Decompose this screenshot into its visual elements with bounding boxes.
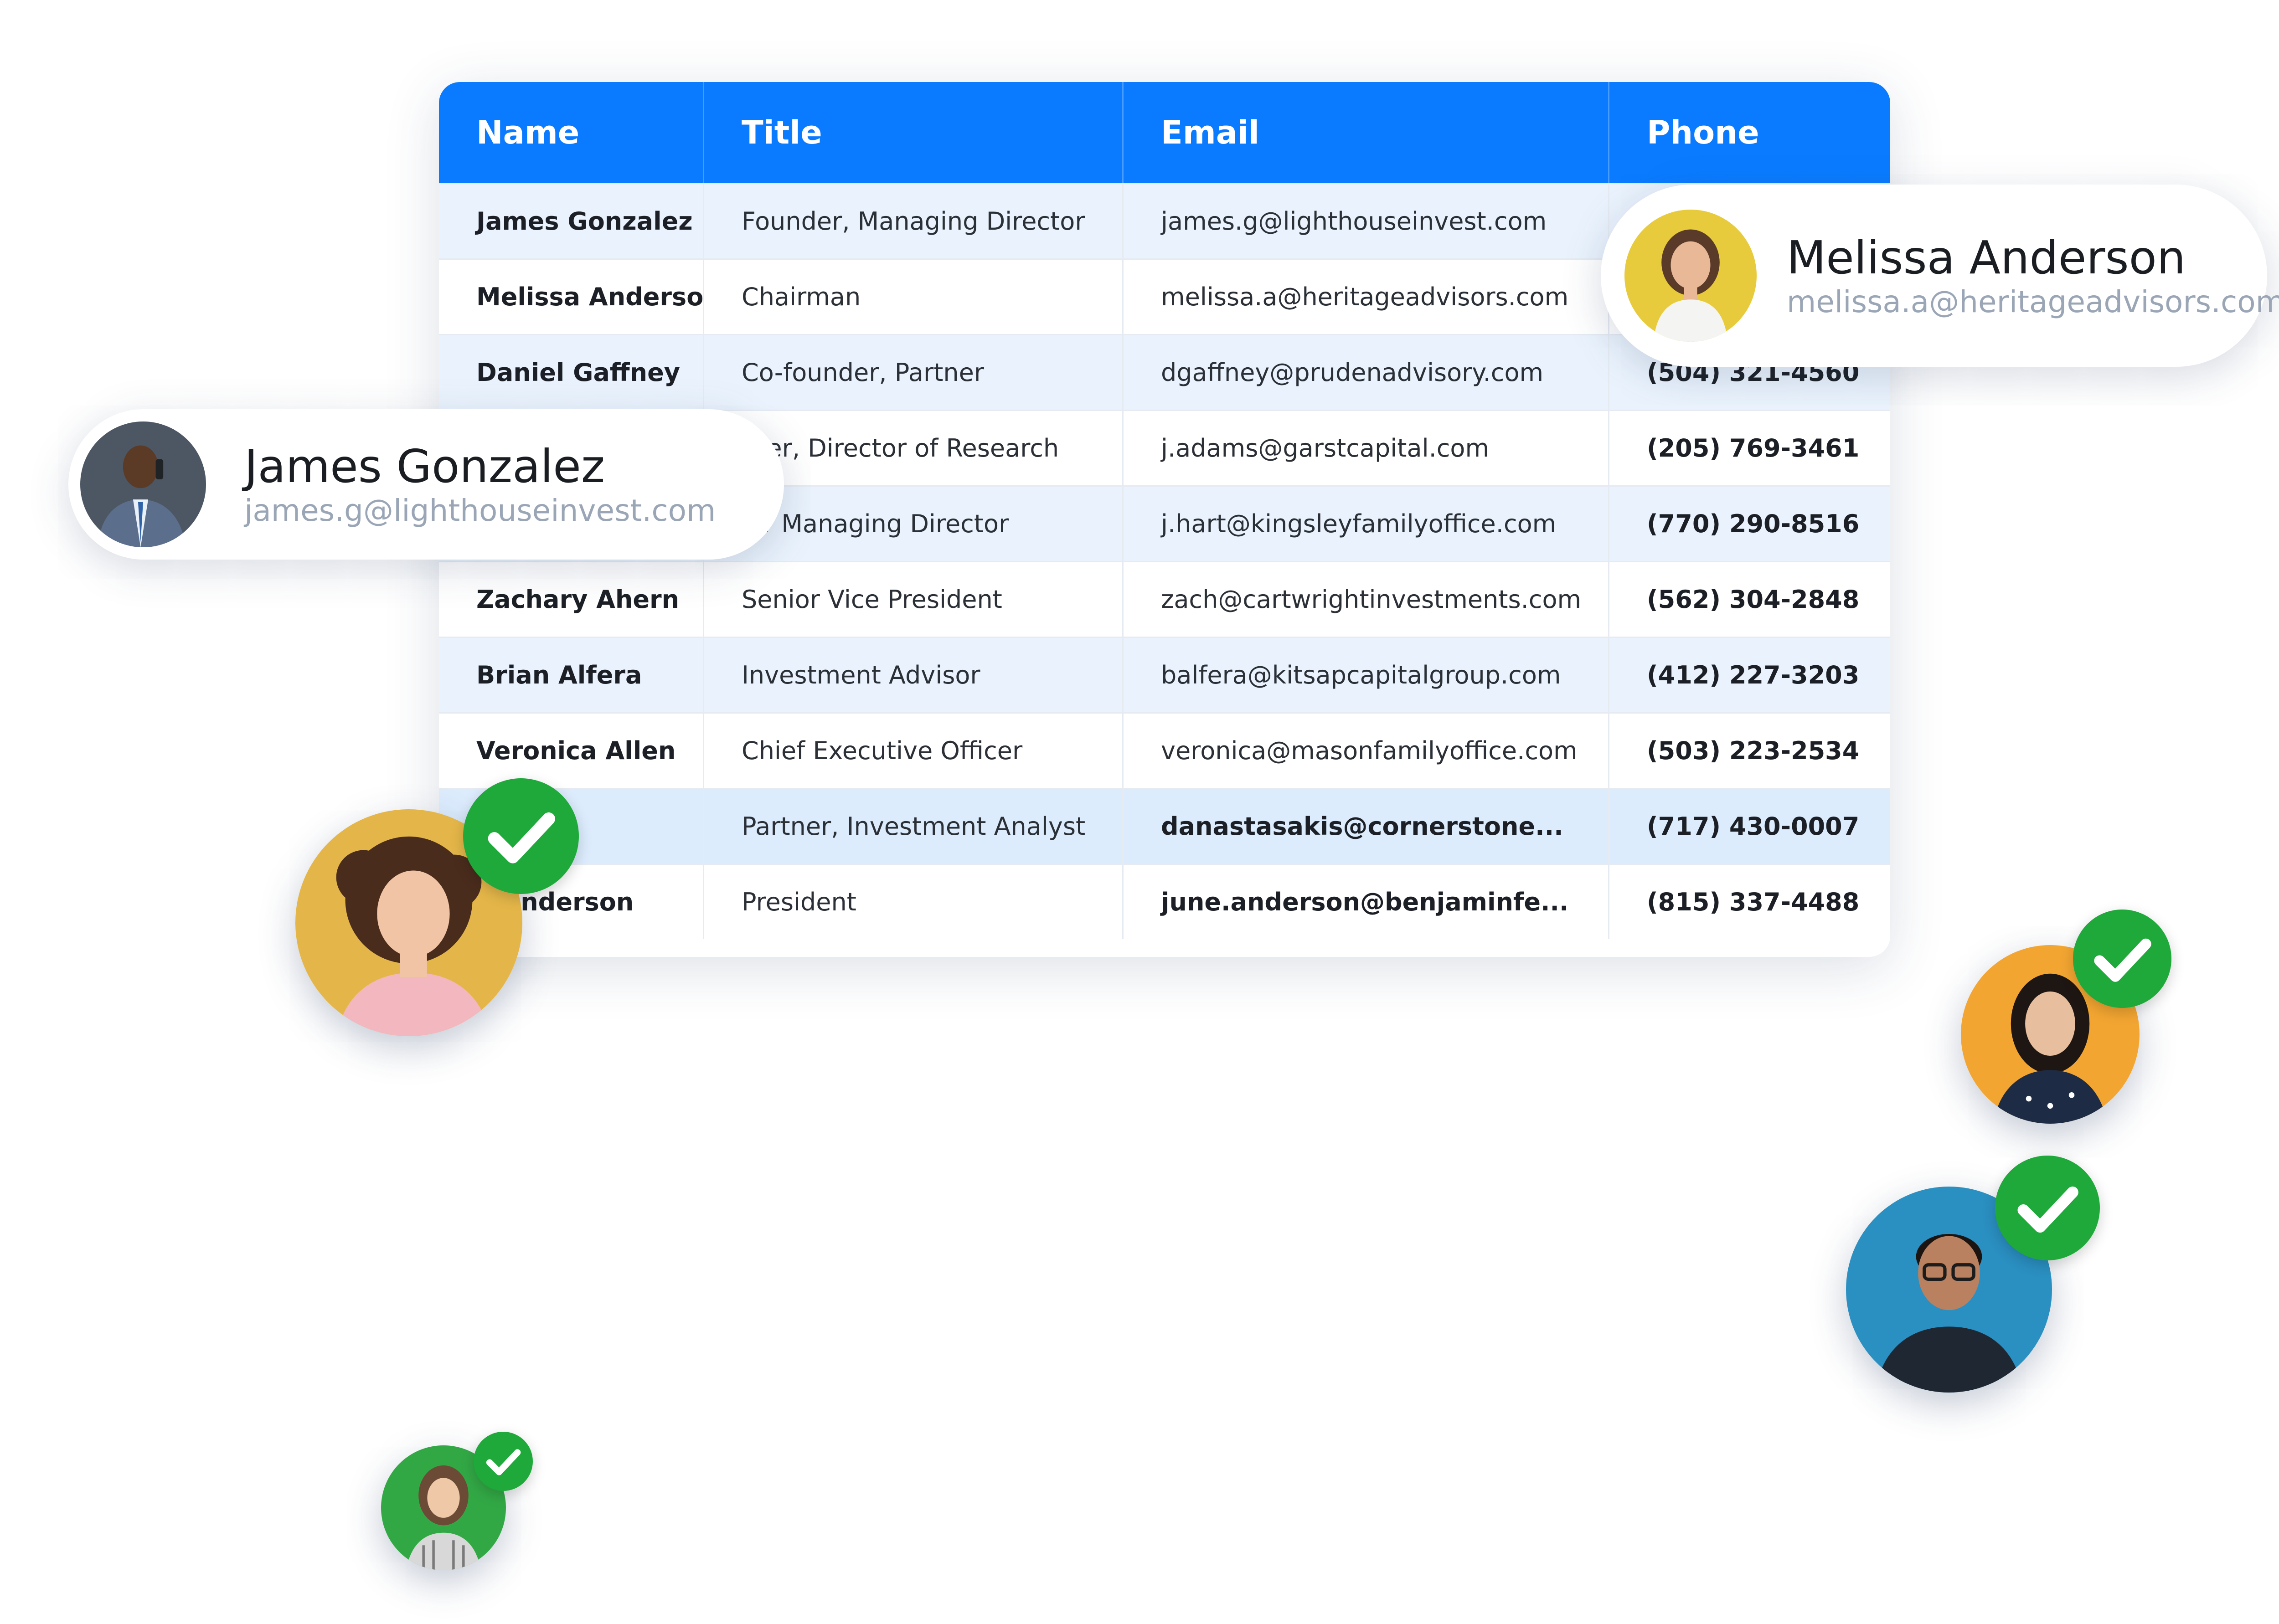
cell-name: Melissa Anderson bbox=[439, 260, 704, 334]
cell-email[interactable]: danastasakis@cornerstone... bbox=[1124, 789, 1609, 863]
verified-badge bbox=[463, 778, 579, 894]
cell-title: Founder, Managing Director bbox=[704, 184, 1124, 258]
cell-email[interactable]: dgaffney@prudenadvisory.com bbox=[1124, 335, 1609, 410]
table-row[interactable]: Brian Alfera Investment Advisor balfera@… bbox=[439, 637, 1890, 712]
cell-title: Chairman bbox=[704, 260, 1124, 334]
cell-name: Zachary Ahern bbox=[439, 562, 704, 637]
avatar bbox=[80, 421, 206, 547]
column-header-title[interactable]: Title bbox=[704, 82, 1124, 183]
cell-title: Co-founder, Partner bbox=[704, 335, 1124, 410]
cell-phone: (562) 304-2848 bbox=[1647, 585, 1860, 614]
verified-contact-avatar[interactable] bbox=[1961, 910, 2171, 1124]
check-icon bbox=[486, 1449, 521, 1475]
cell-phone: (205) 769-3461 bbox=[1647, 434, 1860, 463]
column-header-phone[interactable]: Phone bbox=[1609, 82, 1890, 183]
cell-title: President bbox=[704, 865, 1124, 939]
verified-contact-avatar[interactable] bbox=[1846, 1156, 2100, 1393]
cell-title: Investment Advisor bbox=[704, 638, 1124, 712]
check-icon bbox=[488, 812, 555, 863]
verified-contact-avatar[interactable] bbox=[381, 1432, 533, 1570]
cell-email[interactable]: balfera@kitsapcapitalgroup.com bbox=[1124, 638, 1609, 712]
cell-phone: (717) 430-0007 bbox=[1647, 812, 1860, 841]
table-row[interactable]: e Anderson President june.anderson@benja… bbox=[439, 863, 1890, 939]
cell-name: Daniel Gaffney bbox=[439, 335, 704, 410]
cell-name: James Gonzalez bbox=[439, 184, 704, 258]
avatar-woman-icon bbox=[1624, 210, 1757, 342]
cell-email[interactable]: melissa.a@heritageadvisors.com bbox=[1124, 260, 1609, 334]
avatar-man-icon bbox=[80, 421, 206, 547]
verified-contact-avatar[interactable] bbox=[295, 778, 579, 1036]
cell-name: Brian Alfera bbox=[439, 638, 704, 712]
profile-card-text: Melissa Anderson melissa.a@heritageadvis… bbox=[1787, 231, 2279, 320]
cell-email[interactable]: june.anderson@benjaminfe... bbox=[1124, 865, 1609, 939]
cell-phone: (503) 223-2534 bbox=[1647, 736, 1860, 765]
cell-email[interactable]: veronica@masonfamilyoffice.com bbox=[1124, 714, 1609, 788]
column-header-email[interactable]: Email bbox=[1124, 82, 1609, 183]
profile-card-james[interactable]: James Gonzalez james.g@lighthouseinvest.… bbox=[68, 409, 784, 560]
cell-phone: (412) 227-3203 bbox=[1647, 661, 1860, 689]
column-header-name[interactable]: Name bbox=[439, 82, 704, 183]
cell-email[interactable]: zach@cartwrightinvestments.com bbox=[1124, 562, 1609, 637]
profile-email[interactable]: james.g@lighthouseinvest.com bbox=[244, 493, 716, 529]
cell-phone: (770) 290-8516 bbox=[1647, 509, 1860, 538]
table-header: Name Title Email Phone bbox=[439, 82, 1890, 183]
cell-title: Chief Executive Officer bbox=[704, 714, 1124, 788]
cell-title: Senior Vice President bbox=[704, 562, 1124, 637]
table-row[interactable]: Zachary Ahern Senior Vice President zach… bbox=[439, 561, 1890, 637]
cell-title: Partner, Investment Analyst bbox=[704, 789, 1124, 863]
cell-phone: (815) 337-4488 bbox=[1647, 888, 1860, 916]
profile-card-melissa[interactable]: Melissa Anderson melissa.a@heritageadvis… bbox=[1601, 185, 2279, 367]
verified-badge bbox=[1995, 1156, 2100, 1260]
avatar bbox=[1624, 210, 1757, 342]
verified-badge bbox=[2073, 910, 2171, 1008]
check-icon bbox=[2094, 938, 2151, 982]
table-row[interactable]: n Ann Partner, Investment Analyst danast… bbox=[439, 788, 1890, 863]
table-row[interactable]: Veronica Allen Chief Executive Officer v… bbox=[439, 712, 1890, 788]
cell-email[interactable]: j.adams@garstcapital.com bbox=[1124, 411, 1609, 485]
cell-email[interactable]: james.g@lighthouseinvest.com bbox=[1124, 184, 1609, 258]
profile-name: Melissa Anderson bbox=[1787, 231, 2186, 284]
cell-email[interactable]: j.hart@kingsleyfamilyoffice.com bbox=[1124, 487, 1609, 561]
verified-badge bbox=[474, 1432, 533, 1491]
profile-email[interactable]: melissa.a@heritageadvisors.com bbox=[1787, 284, 2279, 320]
check-icon bbox=[2017, 1186, 2078, 1233]
cell-name: Veronica Allen bbox=[439, 714, 704, 788]
profile-card-text: James Gonzalez james.g@lighthouseinvest.… bbox=[244, 440, 716, 529]
profile-name: James Gonzalez bbox=[244, 439, 605, 493]
